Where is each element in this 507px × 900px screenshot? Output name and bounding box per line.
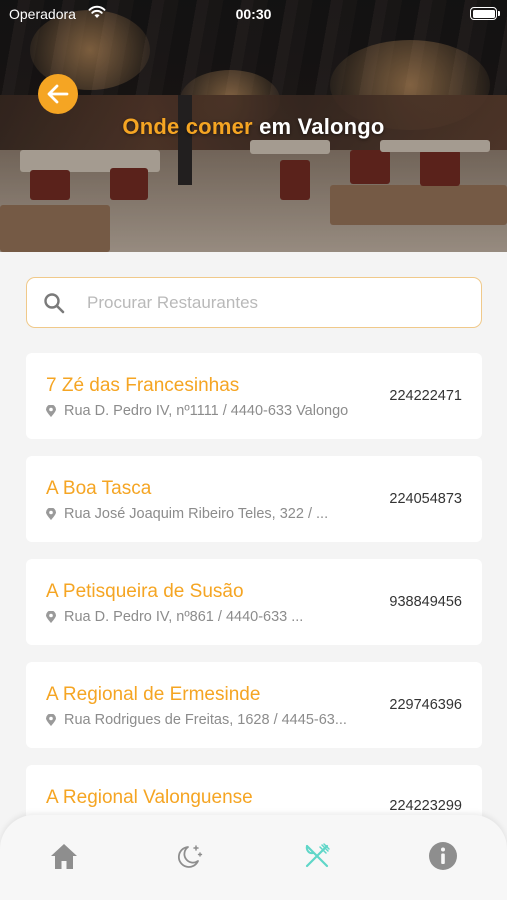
restaurant-address: Rua D. Pedro IV, nº861 / 4440-633 ...	[64, 609, 304, 625]
restaurant-card[interactable]: A Boa Tasca Rua José Joaquim Ribeiro Tel…	[26, 456, 482, 542]
tab-home[interactable]	[47, 839, 81, 873]
restaurant-card[interactable]: 7 Zé das Francesinhas Rua D. Pedro IV, n…	[26, 353, 482, 439]
fork-knife-icon	[305, 843, 330, 868]
restaurant-phone[interactable]: 224054873	[389, 491, 462, 507]
restaurant-phone[interactable]: 229746396	[389, 697, 462, 713]
clock: 00:30	[235, 6, 272, 22]
restaurant-card[interactable]: A Petisqueira de Susão Rua D. Pedro IV, …	[26, 559, 482, 645]
location-pin-icon	[46, 405, 56, 417]
location-pin-icon	[46, 714, 56, 726]
restaurant-name: A Regional de Ermesinde	[46, 684, 261, 705]
restaurant-address: Rua Rodrigues de Freitas, 1628 / 4445-63…	[64, 712, 347, 728]
restaurant-name: A Petisqueira de Susão	[46, 581, 244, 602]
restaurant-name: 7 Zé das Francesinhas	[46, 375, 240, 396]
search-bar[interactable]	[26, 277, 482, 328]
tab-restaurants[interactable]	[300, 839, 334, 873]
tab-info[interactable]	[426, 839, 460, 873]
search-input[interactable]	[87, 286, 467, 320]
location-pin-icon	[46, 508, 56, 520]
status-bar: Operadora 00:30	[0, 0, 507, 28]
restaurant-phone[interactable]: 224223299	[389, 798, 462, 814]
restaurant-address: Rua José Joaquim Ribeiro Teles, 322 / ..…	[64, 506, 329, 522]
back-button[interactable]	[38, 74, 78, 114]
home-icon	[51, 844, 77, 869]
tab-night[interactable]	[173, 839, 207, 873]
search-icon	[43, 292, 65, 319]
info-icon	[429, 842, 457, 870]
page-title-accent: Onde comer	[122, 114, 253, 139]
restaurant-phone[interactable]: 224222471	[389, 388, 462, 404]
restaurant-card[interactable]: A Regional de Ermesinde Rua Rodrigues de…	[26, 662, 482, 748]
battery-icon	[470, 7, 500, 20]
arrow-left-icon	[47, 84, 69, 104]
restaurant-name: A Regional Valonguense	[46, 787, 253, 808]
moon-stars-icon	[177, 845, 203, 868]
page-title-rest: em Valongo	[252, 114, 385, 139]
page-title: Onde comer em Valongo	[0, 114, 507, 140]
restaurant-name: A Boa Tasca	[46, 478, 152, 499]
tab-bar	[0, 815, 507, 900]
location-pin-icon	[46, 611, 56, 623]
restaurant-address: Rua D. Pedro IV, nº1111 / 4440-633 Valon…	[64, 403, 349, 419]
restaurant-phone[interactable]: 938849456	[389, 594, 462, 610]
